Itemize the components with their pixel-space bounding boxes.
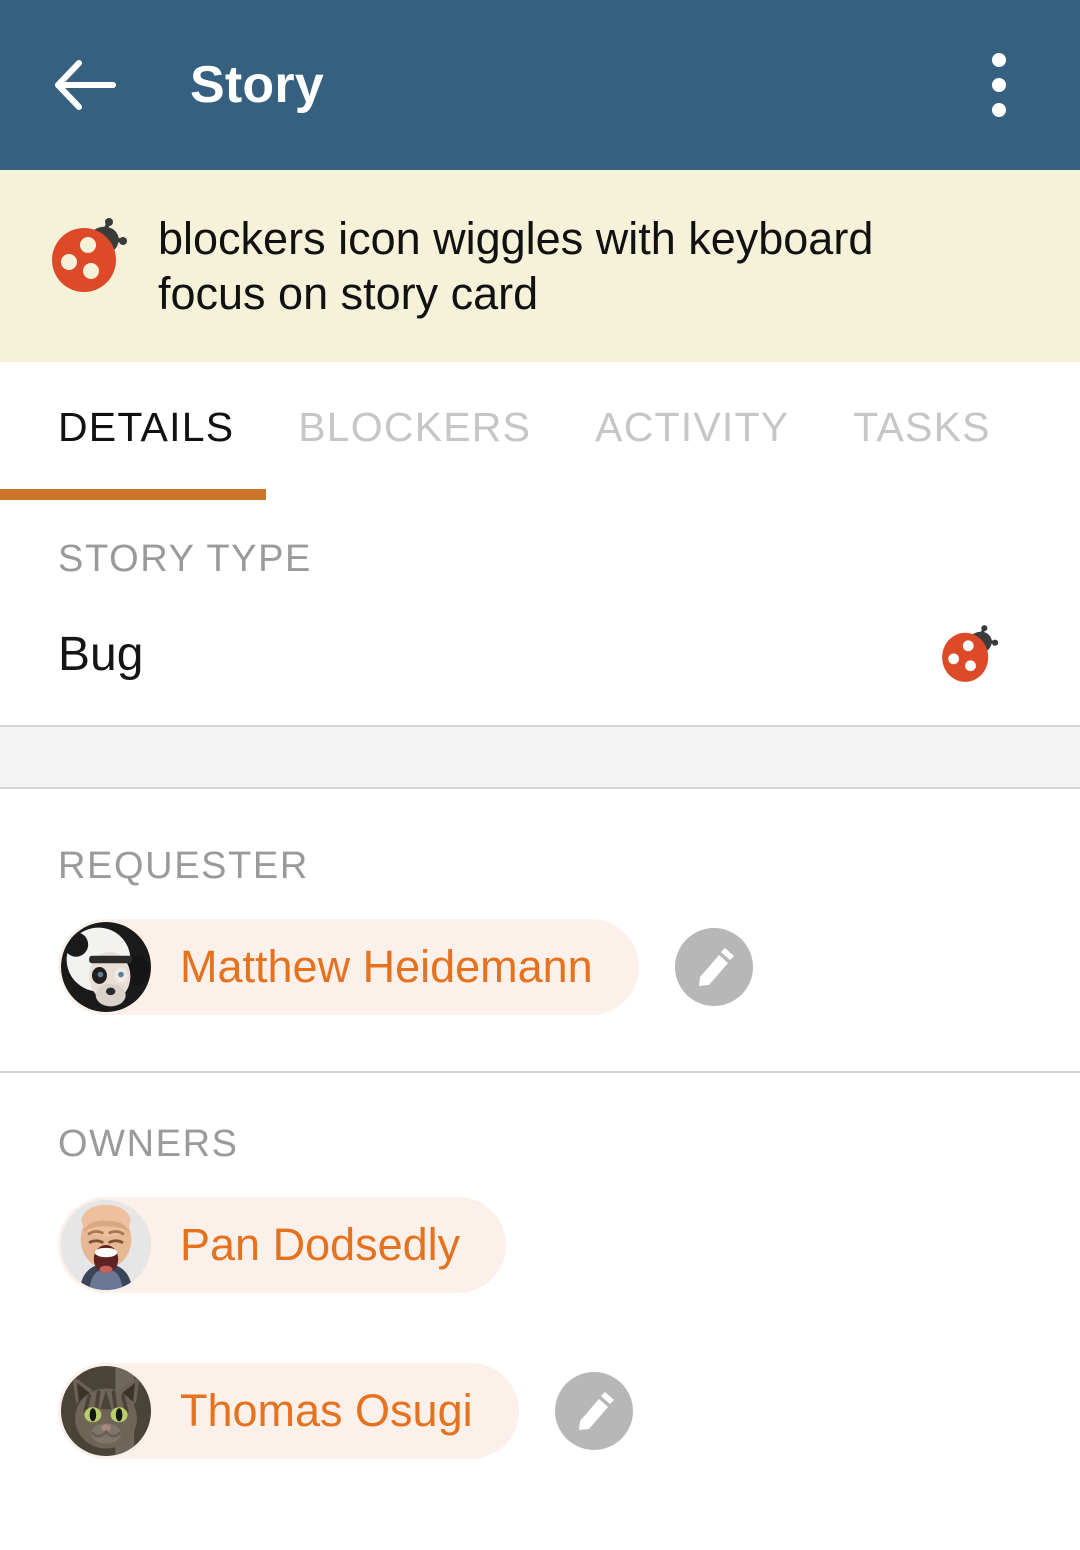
edit-requester-button[interactable] bbox=[674, 927, 753, 1006]
app-bar: Story bbox=[0, 0, 1080, 170]
page-title: Story bbox=[190, 56, 324, 114]
tab-details-label: DETAILS bbox=[58, 404, 235, 451]
owner-person-chip[interactable]: Pan Dodsedly bbox=[58, 1196, 507, 1293]
cat-avatar bbox=[58, 1362, 154, 1459]
back-arrow-icon bbox=[53, 59, 117, 111]
tab-blockers-label: BLOCKERS bbox=[298, 404, 532, 451]
owner-row: Pan Dodsedly bbox=[58, 1196, 1022, 1293]
overflow-menu-icon-dot3 bbox=[992, 103, 1006, 117]
tab-blockers[interactable]: BLOCKERS bbox=[266, 362, 563, 500]
owners-section: OWNERS Pan Dodsedly Thomas Osugi bbox=[0, 1072, 1080, 1459]
tab-activity[interactable]: ACTIVITY bbox=[563, 362, 821, 500]
edit-owners-button[interactable] bbox=[554, 1371, 633, 1450]
pencil-icon bbox=[571, 1388, 617, 1434]
story-type-row[interactable]: Bug bbox=[58, 622, 1022, 688]
owner-person-name: Thomas Osugi bbox=[180, 1385, 473, 1437]
tab-active-indicator bbox=[0, 488, 267, 500]
requester-section: REQUESTER Matthew Heidemann bbox=[0, 788, 1080, 1071]
overflow-menu-button[interactable] bbox=[964, 46, 1034, 124]
overflow-menu-icon bbox=[992, 53, 1006, 67]
owner-person-name: Pan Dodsedly bbox=[180, 1219, 461, 1271]
ladybug-icon bbox=[936, 622, 1002, 688]
owner-person-chip[interactable]: Thomas Osugi bbox=[58, 1362, 519, 1459]
tab-tasks-label: TASKS bbox=[853, 404, 991, 451]
story-title-text: blockers icon wiggles with keyboard focu… bbox=[158, 213, 874, 319]
tab-details[interactable]: DETAILS bbox=[0, 362, 267, 500]
story-type-section[interactable]: STORY TYPE Bug bbox=[0, 499, 1080, 725]
owners-label: OWNERS bbox=[58, 1122, 239, 1165]
requester-row: Matthew Heidemann bbox=[58, 918, 1022, 1015]
ladybug-icon bbox=[46, 214, 132, 300]
owners-list-gap bbox=[58, 1293, 1022, 1329]
requester-person-name: Matthew Heidemann bbox=[180, 941, 593, 993]
tab-activity-label: ACTIVITY bbox=[595, 404, 790, 451]
story-type-value: Bug bbox=[58, 627, 144, 681]
tab-tasks[interactable]: TASKS bbox=[821, 362, 1022, 500]
panda-avatar bbox=[58, 918, 154, 1015]
overflow-menu-icon-dot2 bbox=[992, 78, 1006, 92]
section-spacer-band bbox=[0, 724, 1080, 789]
laughing-man-avatar bbox=[58, 1196, 154, 1293]
requester-person-chip[interactable]: Matthew Heidemann bbox=[58, 918, 639, 1015]
pencil-icon bbox=[691, 944, 737, 990]
owner-row: Thomas Osugi bbox=[58, 1362, 1022, 1459]
tab-bar[interactable]: DETAILS BLOCKERS ACTIVITY TASKS bbox=[0, 361, 1080, 500]
back-button[interactable] bbox=[50, 50, 120, 120]
story-type-label: STORY TYPE bbox=[58, 537, 312, 580]
story-title-banner[interactable]: blockers icon wiggles with keyboard focu… bbox=[0, 170, 1080, 362]
requester-label: REQUESTER bbox=[58, 844, 309, 887]
